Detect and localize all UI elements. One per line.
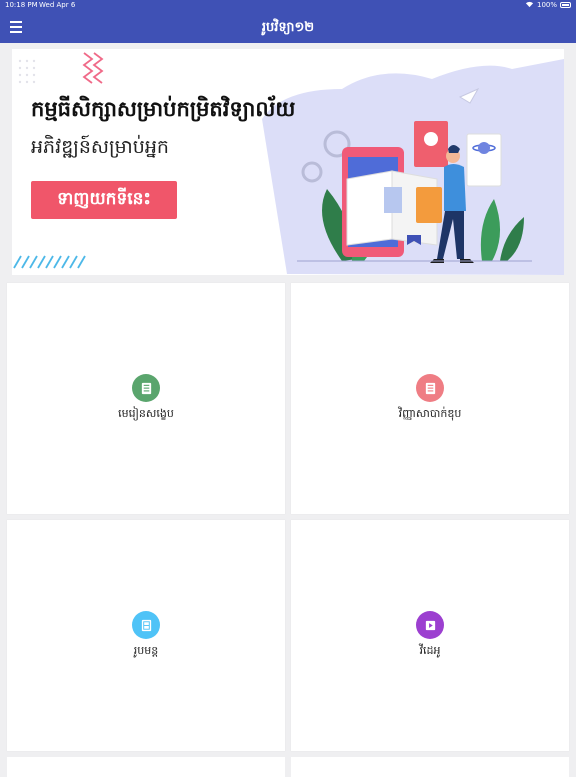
card-formulas[interactable]: រូបមន្ត [7,520,285,751]
download-button[interactable]: ទាញយកទីនេះ [31,181,177,219]
card-videos[interactable]: វីដេអូ [291,520,569,751]
promo-banner[interactable]: កម្មធីសិក្សាសម្រាប់កម្រិតវិទ្យាល័យ អភិវឌ… [12,49,564,275]
card-label: មេរៀនសង្ខេប [118,407,174,420]
card-next-row-right[interactable] [291,757,569,777]
exam-book-icon [416,374,444,402]
status-time: 10:18 PM [5,1,38,9]
page-title: រូបវិទ្យា១២ [261,20,315,35]
wifi-icon [525,0,534,10]
formula-icon [132,611,160,639]
card-next-row-left[interactable] [7,757,285,777]
card-label: រូបមន្ត [133,644,159,657]
status-bar: 10:18 PM Wed Apr 6 100% [0,0,576,12]
banner-headline: កម្មធីសិក្សាសម្រាប់កម្រិតវិទ្យាល័យ [31,97,296,121]
card-label: វីដេអូ [419,644,441,657]
book-icon [132,374,160,402]
banner-subline: អភិវឌ្ឍន៍សម្រាប់អ្នក [31,136,169,158]
card-exam-papers[interactable]: វិញ្ញាសាបាក់ឌុប [291,283,569,514]
status-date: Wed Apr 6 [39,1,76,9]
video-icon [416,611,444,639]
card-lesson-summary[interactable]: មេរៀនសង្ខេប [7,283,285,514]
battery-percent: 100% [536,1,557,9]
battery-icon [560,2,571,8]
card-label: វិញ្ញាសាបាក់ឌុប [398,407,462,420]
app-bar: រូបវិទ្យា១២ [0,12,576,43]
